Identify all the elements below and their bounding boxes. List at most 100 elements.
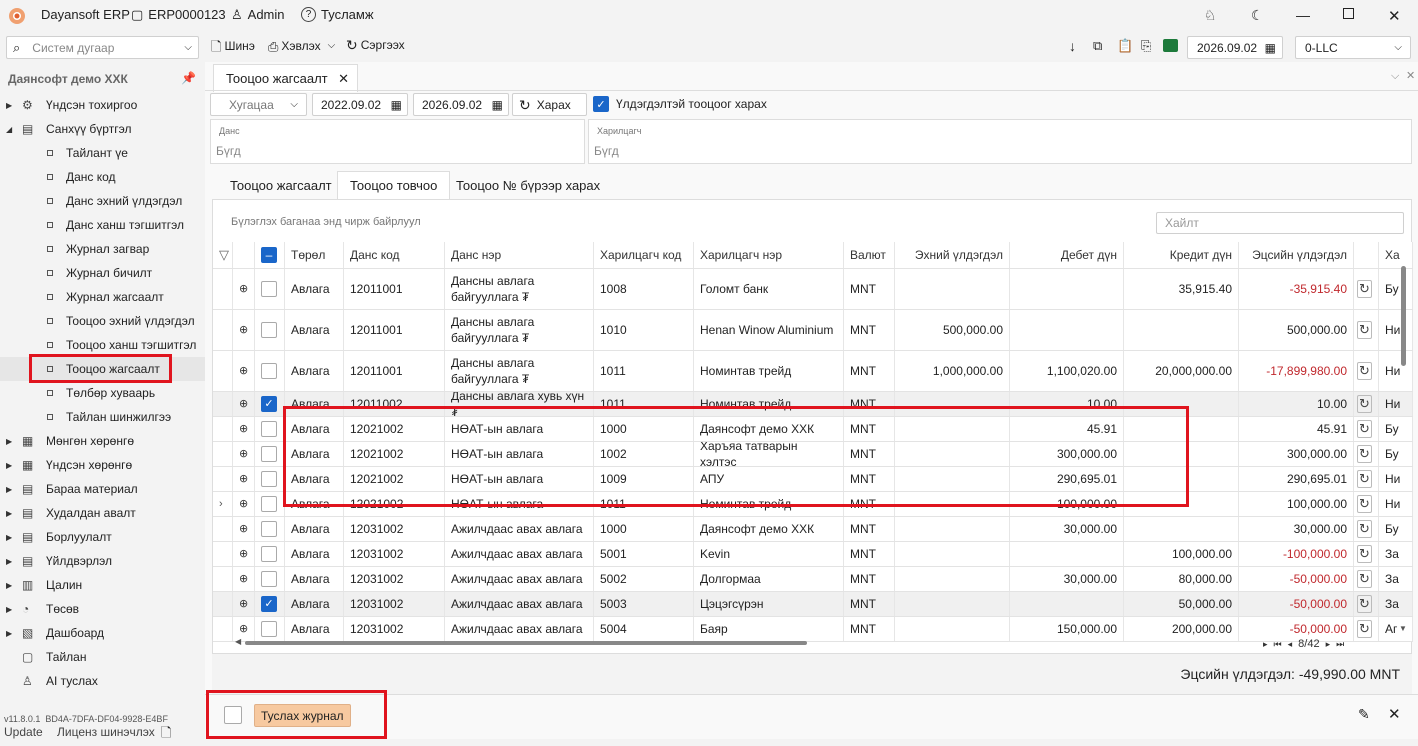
row-action[interactable]: ↻ xyxy=(1354,269,1379,309)
table-row[interactable]: ⊕ Авлага 12011001 Дансны авлага байгууллага… xyxy=(213,351,1413,392)
page-prev-icon[interactable]: ◂ xyxy=(1288,639,1293,650)
refresh-icon[interactable]: ↻ xyxy=(1357,545,1372,563)
row-expander[interactable]: ⊕ xyxy=(233,417,255,441)
maximize-button[interactable] xyxy=(1343,8,1354,19)
page-next-icon[interactable]: ▸ xyxy=(1263,639,1268,650)
subtab-list[interactable]: Тооцоо жагсаалт xyxy=(218,171,344,199)
expand-row-icon[interactable]: ⊕ xyxy=(239,596,248,612)
row-action[interactable]: ↻ xyxy=(1354,567,1379,591)
refresh-icon[interactable]: ↻ xyxy=(1357,470,1372,488)
column-header[interactable]: Данс нэр xyxy=(445,242,594,268)
expand-row-icon[interactable]: ⊕ xyxy=(239,621,248,637)
column-header[interactable]: Эхний үлдэгдэл xyxy=(895,242,1010,268)
sidebar-subitem[interactable]: Тайлан шинжилгээ xyxy=(0,405,205,429)
view-button[interactable]: ↻ Харах xyxy=(512,93,587,116)
expand-arrow-icon[interactable]: ▶ xyxy=(6,485,14,494)
table-row[interactable]: ⊕ Авлага 12031002 Ажилчдаас авах авлага 5002… xyxy=(213,567,1413,592)
row-select[interactable] xyxy=(255,467,285,491)
row-action[interactable]: ↻ xyxy=(1354,442,1379,466)
row-expander[interactable]: ⊕ xyxy=(233,467,255,491)
sidebar-item-items_bottom9[interactable]: ▢ Тайлан xyxy=(0,645,205,669)
refresh-icon[interactable]: ↻ xyxy=(1357,420,1372,438)
row-checkbox[interactable] xyxy=(261,281,277,297)
sidebar-item-items_bottom2[interactable]: ▶ ▤ Бараа материал xyxy=(0,477,205,501)
account-icon[interactable]: ♘ xyxy=(1204,7,1217,24)
row-expander[interactable]: ⊕ xyxy=(233,351,255,391)
row-checkbox[interactable] xyxy=(261,471,277,487)
sidebar-subitem[interactable]: Данс ханш тэгшитгэл xyxy=(0,213,205,237)
partner-filter[interactable]: Харилцагч Бүгд xyxy=(588,119,1412,164)
close-icon[interactable]: ✕ xyxy=(1388,705,1401,723)
database-selector[interactable]: ▢ ERP0000123 xyxy=(131,7,226,22)
refresh-icon[interactable]: ↻ xyxy=(1357,362,1372,380)
table-row[interactable]: ⊕ Авлага 12031002 Ажилчдаас авах авлага 1000… xyxy=(213,517,1413,542)
row-expander[interactable]: ⊕ xyxy=(233,269,255,309)
row-checkbox[interactable] xyxy=(261,322,277,338)
expand-row-icon[interactable]: ⊕ xyxy=(239,281,248,297)
user-menu[interactable]: ♙ Admin xyxy=(231,7,285,22)
help-button[interactable]: ? Тусламж xyxy=(301,7,374,22)
excel-export-icon[interactable] xyxy=(1163,39,1178,52)
refresh-icon[interactable]: ↻ xyxy=(1357,595,1372,613)
expand-row-icon[interactable]: ⊕ xyxy=(239,571,248,587)
row-select[interactable] xyxy=(255,269,285,309)
column-header[interactable]: Ха xyxy=(1379,242,1413,268)
row-expander[interactable]: ⊕ xyxy=(233,567,255,591)
chevron-down-icon[interactable]: ⌵ xyxy=(1391,70,1399,83)
expand-row-icon[interactable]: ⊕ xyxy=(239,546,248,562)
page-last-icon[interactable]: ⏭ xyxy=(1336,639,1344,650)
company-select[interactable]: 0-LLC ⌵ xyxy=(1295,36,1411,59)
column-header[interactable]: Кредит дүн xyxy=(1124,242,1239,268)
expand-arrow-icon[interactable]: ◢ xyxy=(6,125,14,134)
file-icon[interactable]: 🗋 xyxy=(161,724,171,746)
sidebar-item-items_bottom8[interactable]: ▶ ▧ Дашбоард xyxy=(0,621,205,645)
minimize-button[interactable]: — xyxy=(1296,7,1310,23)
period-select[interactable]: Хугацаа ⌵ xyxy=(210,93,307,116)
new-button[interactable]: 🗋 Шинэ xyxy=(211,39,255,53)
expand-row-icon[interactable]: ⊕ xyxy=(239,363,248,379)
row-expander[interactable]: ⊕ xyxy=(233,542,255,566)
row-expander[interactable]: ⊕ xyxy=(233,592,255,616)
refresh-icon[interactable]: ↻ xyxy=(1357,495,1372,513)
filter-icon[interactable]: ▽ xyxy=(219,247,229,263)
row-action[interactable]: ↻ xyxy=(1354,492,1379,516)
row-action[interactable]: ↻ xyxy=(1354,517,1379,541)
refresh-icon[interactable]: ↻ xyxy=(1357,520,1372,538)
row-checkbox[interactable] xyxy=(261,621,277,637)
select-all-checkbox[interactable]: – xyxy=(261,247,277,263)
row-action[interactable]: ↻ xyxy=(1354,617,1379,641)
pin-icon[interactable]: 📌 xyxy=(181,71,196,85)
sidebar-item-items_bottom3[interactable]: ▶ ▤ Худалдан авалт xyxy=(0,501,205,525)
sidebar-item-items_bottom5[interactable]: ▶ ▤ Үйлдвэрлэл xyxy=(0,549,205,573)
close-window-button[interactable]: ✕ xyxy=(1388,7,1401,25)
row-expander[interactable]: ⊕ xyxy=(233,392,255,416)
column-header[interactable]: Дебет дүн xyxy=(1010,242,1124,268)
expand-arrow-icon[interactable]: ▶ xyxy=(6,629,14,638)
table-row[interactable]: ⊕ Авлага 12011001 Дансны авлага байгууллага… xyxy=(213,269,1413,310)
date-from-picker[interactable]: 2022.09.02 ▦ xyxy=(312,93,408,116)
tab-tootsoo-jagsaalt[interactable]: Тооцоо жагсаалт ✕ xyxy=(213,64,358,92)
row-checkbox[interactable] xyxy=(261,496,277,512)
expand-row-icon[interactable]: ⊕ xyxy=(239,396,248,412)
sidebar-subitem[interactable]: Журнал жагсаалт xyxy=(0,285,205,309)
edit-icon[interactable]: ✎ xyxy=(1358,706,1370,723)
row-action[interactable]: ↻ xyxy=(1354,542,1379,566)
expand-arrow-icon[interactable]: ▶ xyxy=(6,437,14,446)
expand-arrow-icon[interactable]: ▶ xyxy=(6,581,14,590)
table-row[interactable]: ⊕ Авлага 12011001 Дансны авлага байгууллага… xyxy=(213,310,1413,351)
row-action[interactable]: ↻ xyxy=(1354,351,1379,391)
sidebar-item-items_bottom6[interactable]: ▶ ▥ Цалин xyxy=(0,573,205,597)
row-select[interactable] xyxy=(255,542,285,566)
system-number-search[interactable]: ⌕ Систем дугаар ⌵ xyxy=(6,36,199,59)
header-select-all[interactable]: – xyxy=(255,242,285,268)
scroll-down-icon[interactable]: ▼ xyxy=(1399,624,1407,633)
sidebar-item-items_top1[interactable]: ◢ ▤ Санхүү бүртгэл xyxy=(0,117,205,141)
refresh-button[interactable]: ↻ Сэргээх xyxy=(346,38,405,52)
account-filter[interactable]: Данс Бүгд xyxy=(210,119,585,164)
sidebar-subitem[interactable]: Төлбөр хуваарь xyxy=(0,381,205,405)
expand-row-icon[interactable]: ⊕ xyxy=(239,322,248,338)
horizontal-scrollbar[interactable] xyxy=(245,641,807,645)
header-filter[interactable]: ▽ xyxy=(213,242,233,268)
sidebar-item-items_top0[interactable]: ▶ ⚙ Үндсэн тохиргоо xyxy=(0,93,205,117)
page-forward-icon[interactable]: ▸ xyxy=(1326,639,1331,650)
